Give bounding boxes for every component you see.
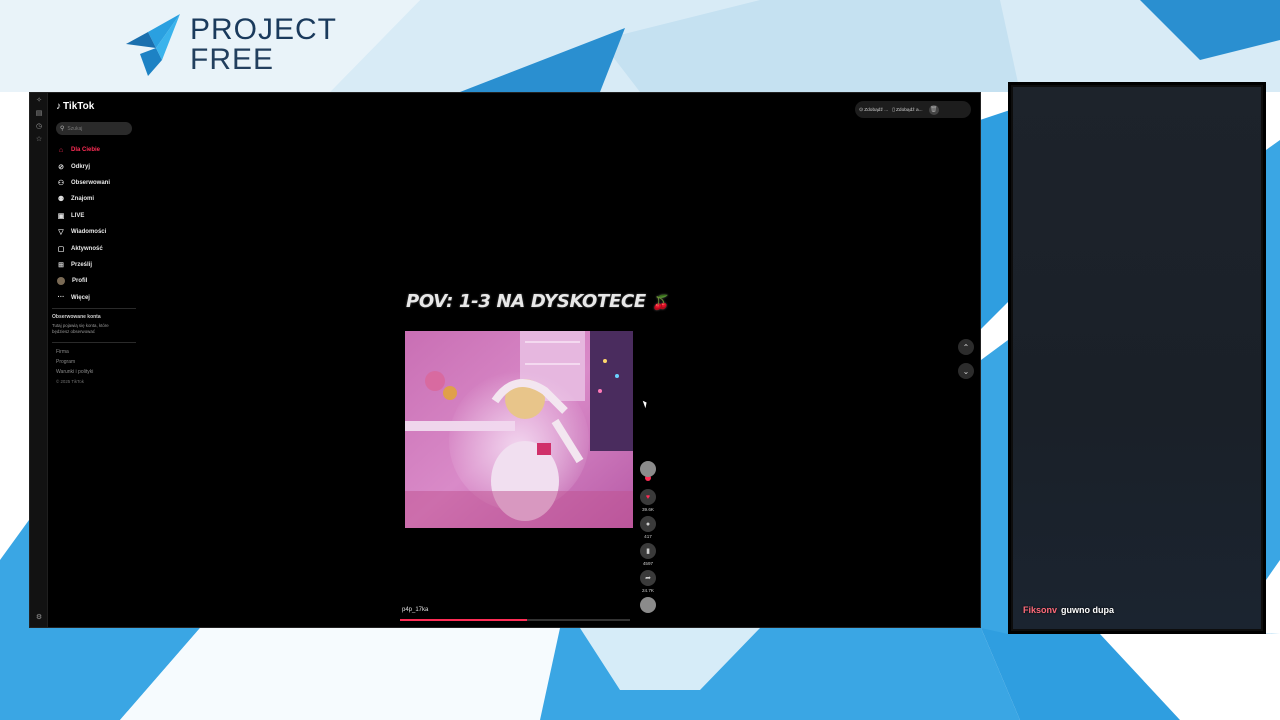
tiktok-note-icon: ♪ [56,101,61,112]
search-icon: ⚲ [60,126,65,132]
nav-item-odkryj[interactable]: ⊘ Odkryj [56,158,110,174]
save-count: 4597 [642,561,654,566]
nav-label: Prześlij [71,261,93,268]
logo-line-2: FREE [190,43,275,76]
logo-line-1: PROJECT [190,13,338,46]
video-progress-bar[interactable] [400,619,630,621]
nav-item-profil[interactable]: Profil [56,273,110,289]
following-description: Tutaj pojawią się konta, które będziesz … [52,323,109,334]
chevron-down-icon: ⌄ [962,366,970,376]
footer-copyright: © 2025 TikTok [56,379,84,384]
cherry-icon: 🍒 [651,295,670,311]
sidebar-divider [52,308,136,309]
compass-icon: ⊘ [58,163,64,171]
like-count: 39.6K [641,507,654,512]
creator-avatar-button[interactable] [639,461,657,477]
video-thumbnail [405,331,633,528]
video-caption-overlay: POV: 1-3 NA DYSKOTECE 🍒 [406,291,670,312]
friends-icon: ⚉ [57,196,65,204]
trash-icon[interactable]: 🗑 [928,104,939,115]
like-button[interactable]: ♥ 39.6K [639,489,657,514]
chat-message: Fiksonv guwno dupa [1023,605,1114,615]
nav-label: Dla Ciebie [71,147,101,154]
save-button[interactable]: ▮ 4597 [639,543,657,568]
footer-links: Firma Program Warunki i polityki © 2025 … [56,349,93,389]
upload-icon: ⊞ [58,261,64,269]
nav-label: Aktywność [71,245,103,252]
send-icon: ▽ [58,229,64,237]
nav-item-dla-ciebie[interactable]: ⌂ Dla Ciebie [56,142,110,158]
sidebar-nav: ⌂ Dla Ciebie ⊘ Odkryj ⚇ Obserwowani ⚉ Zn… [56,142,110,306]
following-title: Obserwowane konta [52,314,101,320]
previous-video-button[interactable]: ⌃ [958,339,974,355]
video-player[interactable] [405,331,633,528]
sound-disc-button[interactable] [639,597,657,613]
home-icon: ⌂ [58,146,64,154]
browser-side-strip: ✧ ▤ ◷ ☆ ⚙ [30,93,48,627]
project-free-logo: PROJECT FREE [126,14,337,76]
bird-logo-icon [126,14,180,76]
avatar [640,461,656,477]
favorites-icon[interactable]: ☆ [30,132,48,145]
mouse-cursor [642,399,649,409]
comment-count: 417 [644,534,652,539]
tiktok-logo-text: TikTok [63,101,95,112]
get-app-button[interactable]: ⊙Zdobądź ... [859,107,888,113]
message-icon: ▢ [57,245,65,253]
nav-item-przeslij[interactable]: ⊞ Prześlij [56,257,110,273]
nav-item-znajomi[interactable]: ⚉ Znajomi [56,191,110,207]
browser-window: ✧ ▤ ◷ ☆ ⚙ ♪ TikTok ⚲ ⌂ Dla Ciebie ⊘ Odkr… [29,92,981,628]
nav-label: Odkryj [71,163,91,170]
tiktok-sidebar: ♪ TikTok ⚲ ⌂ Dla Ciebie ⊘ Odkryj ⚇ Obser… [48,93,138,627]
live-icon: ▣ [57,212,65,220]
get-mobile-app-button[interactable]: ▯Zdobądź a... [892,107,922,113]
nav-label: Znajomi [71,196,95,203]
nav-label: Wiadomości [71,229,107,236]
nav-label: Obserwowani [71,179,111,186]
chat-username: Fiksonv [1023,605,1058,615]
tiktok-logo[interactable]: ♪ TikTok [56,101,94,112]
nav-label: Więcej [71,294,90,301]
desktop-icon: ⊙ [859,106,864,113]
nav-label: Profil [72,278,88,285]
user-follow-icon: ⚇ [57,179,65,187]
more-icon: ··· [57,294,65,302]
search-bar[interactable]: ⚲ [56,122,132,135]
nav-item-wiadomosci[interactable]: ▽ Wiadomości [56,224,110,240]
footer-link-firma[interactable]: Firma [56,349,93,359]
bookmark-icon: ▮ [640,543,656,559]
heart-icon: ♥ [640,489,656,505]
nav-item-wiecej[interactable]: ··· Więcej [56,290,110,306]
chat-area: Fiksonv guwno dupa [1011,85,1263,631]
music-disc-icon [640,597,656,613]
search-input[interactable] [67,125,128,132]
share-icon: ➦ [640,570,656,586]
phone-icon: ▯ [892,106,895,113]
nav-item-live[interactable]: ▣ LIVE [56,208,110,224]
next-video-button[interactable]: ⌄ [958,363,974,379]
extensions-icon[interactable]: ✧ [30,93,48,106]
chevron-up-icon: ⌃ [962,342,970,352]
share-count: 24.7K [641,588,654,593]
footer-link-terms[interactable]: Warunki i polityki [56,369,93,379]
nav-label: LIVE [71,212,85,219]
creator-username[interactable]: p4p_17ka [402,607,428,613]
stream-chat-panel: Fiksonv guwno dupa [1008,82,1266,634]
video-progress-fill [400,619,527,621]
comment-button[interactable]: ● 417 [639,516,657,541]
top-right-toolbar: ⊙Zdobądź ... ▯Zdobądź a... 🗑 [855,101,971,118]
tabs-icon[interactable]: ▤ [30,106,48,119]
comment-icon: ● [640,516,656,532]
nav-item-obserwowani[interactable]: ⚇ Obserwowani [56,175,110,191]
video-actions: ♥ 39.6K ● 417 ▮ 4597 ➦ 24.7K [639,461,657,615]
chat-text: guwno dupa [1061,605,1115,615]
history-icon[interactable]: ◷ [30,119,48,132]
avatar-icon [57,277,65,286]
nav-item-aktywnosc[interactable]: ▢ Aktywność [56,240,110,256]
sidebar-divider [52,342,136,343]
share-button[interactable]: ➦ 24.7K [639,570,657,595]
footer-link-program[interactable]: Program [56,359,93,369]
settings-icon[interactable]: ⚙ [30,610,48,623]
